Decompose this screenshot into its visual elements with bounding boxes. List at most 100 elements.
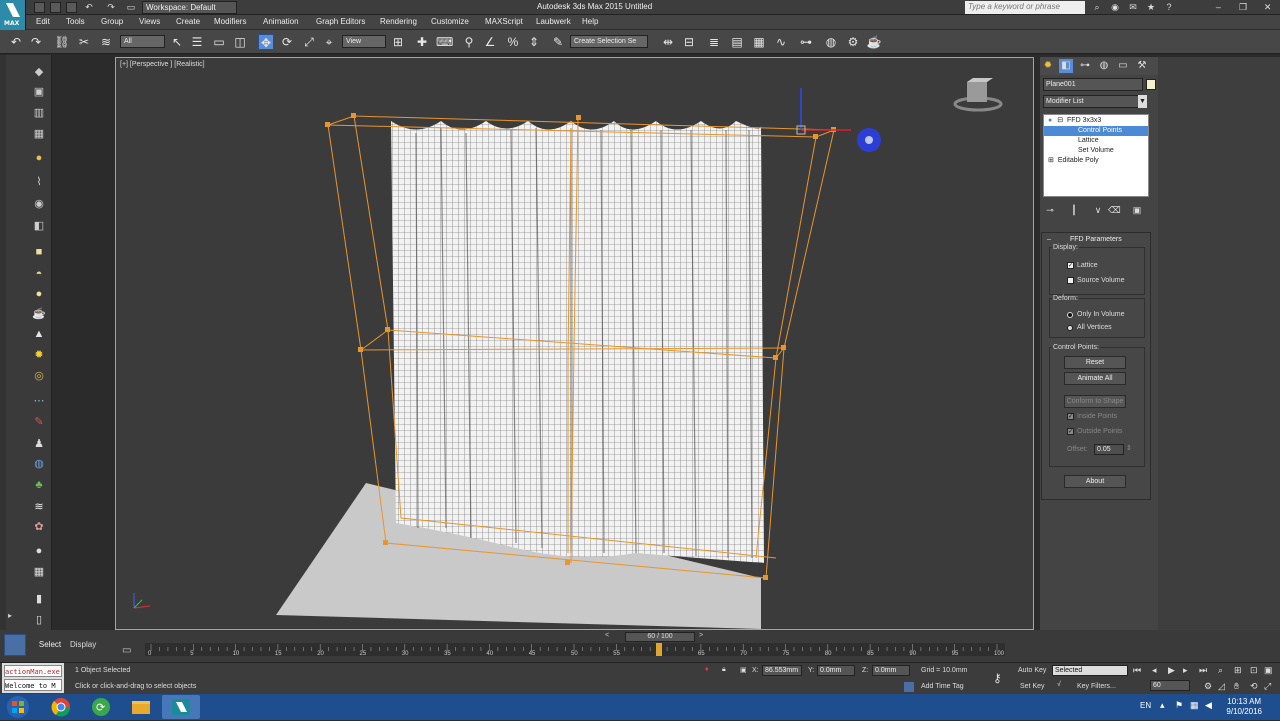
maxscript-line-1[interactable]: actionMan.exe: [4, 665, 62, 677]
teapot-icon[interactable]: ☕: [30, 305, 48, 323]
time-config-icon[interactable]: ⚙: [1204, 681, 1212, 692]
stack-item-ffd[interactable]: ● ⊟ FFD 3x3x3: [1044, 116, 1148, 126]
redo-icon[interactable]: ↷: [28, 34, 44, 50]
save-file-icon[interactable]: [66, 2, 77, 13]
menu-laubwerk[interactable]: Laubwerk: [536, 17, 571, 26]
box-icon[interactable]: ■: [30, 243, 48, 261]
reference-coordinate-dropdown[interactable]: View: [342, 35, 386, 48]
menu-customize[interactable]: Customize: [431, 17, 469, 26]
about-button[interactable]: About: [1064, 475, 1126, 488]
rectangular-selection-icon[interactable]: ▭: [211, 34, 227, 50]
add-time-tag[interactable]: Add Time Tag: [921, 683, 964, 690]
sphere-icon[interactable]: ●: [30, 285, 48, 303]
shape-icon[interactable]: ⌇: [30, 173, 48, 191]
rollout-collapse-icon[interactable]: –: [1047, 236, 1051, 243]
cloth-icon[interactable]: ✿: [30, 518, 48, 536]
viewcube-icon[interactable]: [953, 78, 1003, 112]
chevron-down-icon[interactable]: ▼: [1138, 95, 1147, 108]
light-bulb-icon[interactable]: ●: [1048, 117, 1052, 124]
menu-maxscript[interactable]: MAXScript: [485, 17, 523, 26]
render-setup-icon[interactable]: ⚙: [845, 34, 861, 50]
edit-icon[interactable]: ▥: [30, 104, 48, 122]
zoom-extents-all-icon[interactable]: ▣: [1264, 665, 1273, 676]
only-in-volume-radio[interactable]: [1067, 312, 1073, 318]
go-to-end-icon[interactable]: ⏭: [1199, 665, 1207, 676]
trash-icon[interactable]: ▯: [30, 611, 48, 629]
set-key-mode-icon[interactable]: √: [1057, 681, 1061, 688]
undo-icon[interactable]: ↶: [8, 34, 24, 50]
go-to-start-icon[interactable]: ⏮: [1133, 665, 1141, 676]
close-icon[interactable]: ✕: [1255, 0, 1280, 15]
search-input[interactable]: Type a keyword or phrase: [965, 1, 1085, 14]
window-crossing-icon[interactable]: ◫: [232, 34, 248, 50]
render-sphere-icon[interactable]: ●: [30, 542, 48, 560]
spinner-arrows-icon[interactable]: ⇕: [1126, 444, 1132, 452]
camera-icon[interactable]: ◉: [30, 195, 48, 213]
play-icon[interactable]: ▶: [1168, 665, 1175, 676]
curve-editor-mini-icon[interactable]: ▭: [122, 645, 131, 656]
chrome-taskbar-icon[interactable]: [42, 695, 80, 719]
windows-start-icon[interactable]: [0, 694, 40, 720]
volume-icon[interactable]: ◀: [1205, 700, 1212, 711]
zoom-all-icon[interactable]: ⊞: [1234, 665, 1242, 676]
ribbon-collapse-handle[interactable]: [0, 55, 6, 630]
conform-to-shape-button[interactable]: Conform to Shape: [1064, 395, 1126, 408]
menu-edit[interactable]: Edit: [36, 17, 50, 26]
mirror-icon[interactable]: ⇹: [660, 34, 676, 50]
viewport-perspective[interactable]: [+] [Perspective ] [Realistic]: [115, 57, 1034, 630]
helper-icon[interactable]: ◧: [30, 217, 48, 235]
angle-snap-icon[interactable]: ∠: [482, 34, 498, 50]
current-frame-marker[interactable]: [656, 643, 662, 656]
project-folder-icon[interactable]: ▭: [124, 1, 138, 13]
open-file-icon[interactable]: [50, 2, 61, 13]
keyboard-shortcut-icon[interactable]: ⌨: [436, 34, 453, 50]
utilities-tab-icon[interactable]: ⚒: [1135, 59, 1149, 73]
render-icon[interactable]: ☕: [866, 34, 882, 50]
zoom-extents-icon[interactable]: ⊡: [1250, 665, 1258, 676]
configure-sets-icon[interactable]: ▣: [1131, 204, 1143, 216]
link-icon[interactable]: ⛓: [54, 34, 70, 50]
curve-editor-icon[interactable]: ∿: [773, 34, 789, 50]
light-icon[interactable]: ●: [30, 149, 48, 167]
menu-animation[interactable]: Animation: [263, 17, 299, 26]
person-icon[interactable]: ♟: [30, 435, 48, 453]
new-file-icon[interactable]: [34, 2, 45, 13]
globe-icon[interactable]: ◍: [30, 455, 48, 473]
key-filters-button[interactable]: Key Filters...: [1077, 683, 1116, 690]
move-gizmo[interactable]: [796, 88, 851, 135]
restore-icon[interactable]: ❐: [1231, 0, 1256, 15]
bind-spacewarp-icon[interactable]: ≋: [98, 34, 114, 50]
particles-icon[interactable]: ⋯: [30, 392, 48, 410]
polygon-icon[interactable]: ▣: [30, 83, 48, 101]
select-object-icon[interactable]: ↖: [169, 34, 185, 50]
inside-points-checkbox[interactable]: ✓: [1067, 413, 1074, 420]
manipulate-icon[interactable]: ✚: [414, 34, 430, 50]
workspace-dropdown[interactable]: Workspace: Default: [142, 1, 237, 14]
3ds-max-taskbar-icon[interactable]: [162, 695, 200, 719]
select-tab[interactable]: Select: [30, 636, 70, 654]
stack-item-lattice[interactable]: Lattice: [1044, 136, 1148, 146]
isolate-icon[interactable]: ♦: [705, 666, 709, 673]
key-mode-dropdown[interactable]: Selected: [1052, 665, 1128, 676]
stack-item-control-points[interactable]: Control Points: [1044, 126, 1148, 136]
scene-explorer-icon[interactable]: ≣: [706, 34, 722, 50]
select-move-icon[interactable]: ✥: [258, 34, 274, 50]
auto-key-button[interactable]: Auto Key: [1018, 667, 1046, 674]
select-rotate-icon[interactable]: ⟳: [279, 34, 295, 50]
communication-center-icon[interactable]: ✉: [1126, 1, 1140, 13]
stack-item-set-volume[interactable]: Set Volume: [1044, 146, 1148, 156]
subscription-icon[interactable]: ◉: [1108, 1, 1122, 13]
named-selection-dropdown[interactable]: Create Selection Se: [570, 35, 648, 48]
menu-create[interactable]: Create: [176, 17, 200, 26]
maxscript-line-2[interactable]: Welcome to M: [4, 679, 62, 691]
sun-icon[interactable]: ✹: [30, 346, 48, 364]
grid-icon[interactable]: ▦: [30, 563, 48, 581]
all-vertices-radio[interactable]: [1067, 325, 1073, 331]
flag-icon[interactable]: ⚑: [1175, 700, 1183, 711]
material-editor-icon[interactable]: ◍: [823, 34, 839, 50]
set-key-button[interactable]: Set Key: [1020, 683, 1045, 690]
unlink-icon[interactable]: ✂: [76, 34, 92, 50]
modeling-icon[interactable]: ◆: [30, 63, 48, 81]
menu-graph-editors[interactable]: Graph Editors: [316, 17, 365, 26]
menu-rendering[interactable]: Rendering: [380, 17, 417, 26]
